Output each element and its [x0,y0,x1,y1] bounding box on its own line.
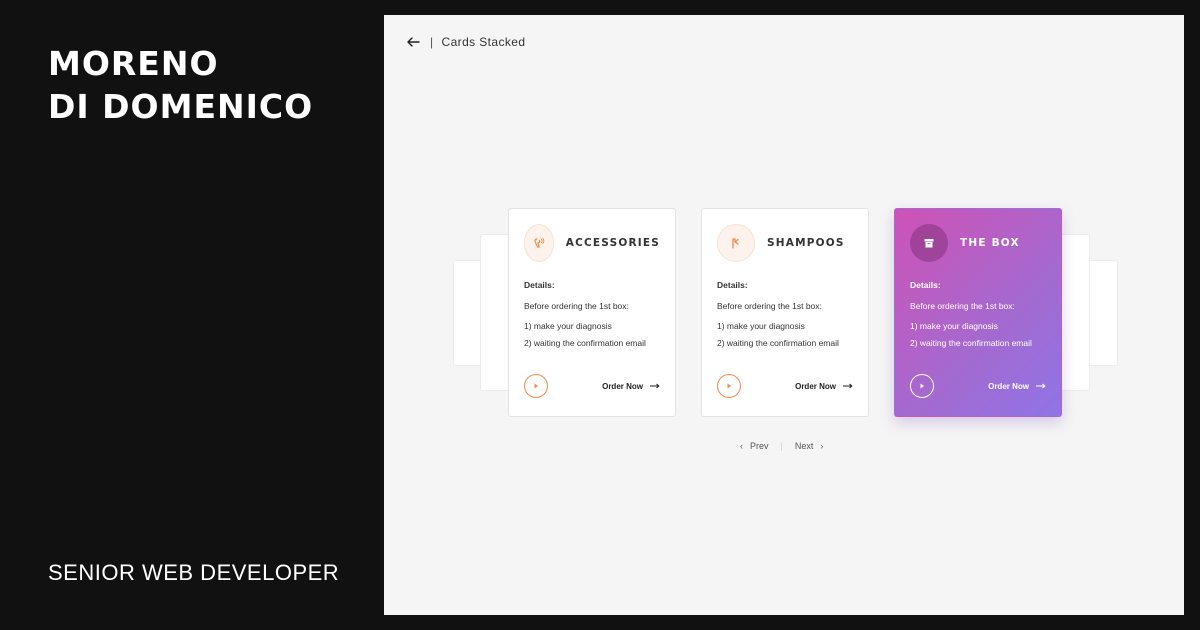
brand-role: SENIOR WEB DEVELOPER [48,560,340,585]
details-label: Details: [910,280,941,290]
play-button[interactable] [910,374,934,398]
next-label: Next [794,441,814,451]
chevron-right-icon: › [820,441,824,451]
preview-topbar: | Cards Stacked [406,35,525,49]
order-now-label: Order Now [602,381,643,391]
details-item: 1) make your diagnosis [910,321,998,331]
topbar-separator: | [430,35,434,49]
brand-name-line1: MORENO [48,44,219,83]
play-button[interactable] [524,374,548,398]
arrow-right-icon [1036,383,1046,389]
order-now-label: Order Now [795,381,836,391]
details-intro: Before ordering the 1st box: [910,301,1015,311]
order-now-label: Order Now [988,381,1029,391]
card-shampoos: SHAMPOOS Details: Before ordering the 1s… [701,208,869,417]
hairdryer-icon [524,224,554,262]
details-label: Details: [524,280,555,290]
prev-label: Prev [750,441,769,451]
details-label: Details: [717,280,748,290]
details-item: 1) make your diagnosis [717,321,805,331]
play-icon [920,383,924,389]
preview-panel: | Cards Stacked ACCESSORIES Details: Bef… [384,15,1184,615]
pager-divider: | [780,441,783,451]
chevron-left-icon: ‹ [740,441,743,451]
brand-name: MORENO DI DOMENICO [48,42,313,128]
card-footer: Order Now [717,374,853,398]
arrow-right-icon [843,383,853,389]
play-icon [534,383,538,389]
play-button[interactable] [717,374,741,398]
card-title: SHAMPOOS [767,237,845,249]
order-now-link[interactable]: Order Now [795,382,853,391]
box-icon [910,224,948,262]
card-footer: Order Now [524,374,660,398]
card-list: ACCESSORIES Details: Before ordering the… [508,208,1062,417]
pagination: ‹ Prev | Next › [740,441,823,451]
details-intro: Before ordering the 1st box: [524,301,629,311]
card-header: SHAMPOOS [717,224,853,262]
card-accessories: ACCESSORIES Details: Before ordering the… [508,208,676,417]
play-icon [727,383,731,389]
card-header: ACCESSORIES [524,224,660,262]
details-item: 2) waiting the confirmation email [524,338,646,348]
details-item: 2) waiting the confirmation email [717,338,839,348]
card-footer: Order Now [910,374,1046,398]
details-item: 1) make your diagnosis [524,321,612,331]
card-header: THE BOX [910,224,1046,262]
card-title: THE BOX [960,237,1020,249]
bottle-icon [717,224,755,262]
next-button[interactable]: Next › [795,441,824,451]
card-the-box: THE BOX Details: Before ordering the 1st… [894,208,1062,417]
arrow-right-icon [650,383,660,389]
prev-button[interactable]: ‹ Prev [740,441,769,451]
brand-name-line2: DI DOMENICO [48,87,314,126]
order-now-link[interactable]: Order Now [988,382,1046,391]
details-item: 2) waiting the confirmation email [910,338,1032,348]
arrow-left-icon[interactable] [406,35,420,49]
card-title: ACCESSORIES [565,237,660,249]
order-now-link[interactable]: Order Now [602,382,660,391]
page-title: Cards Stacked [441,35,526,49]
details-intro: Before ordering the 1st box: [717,301,822,311]
